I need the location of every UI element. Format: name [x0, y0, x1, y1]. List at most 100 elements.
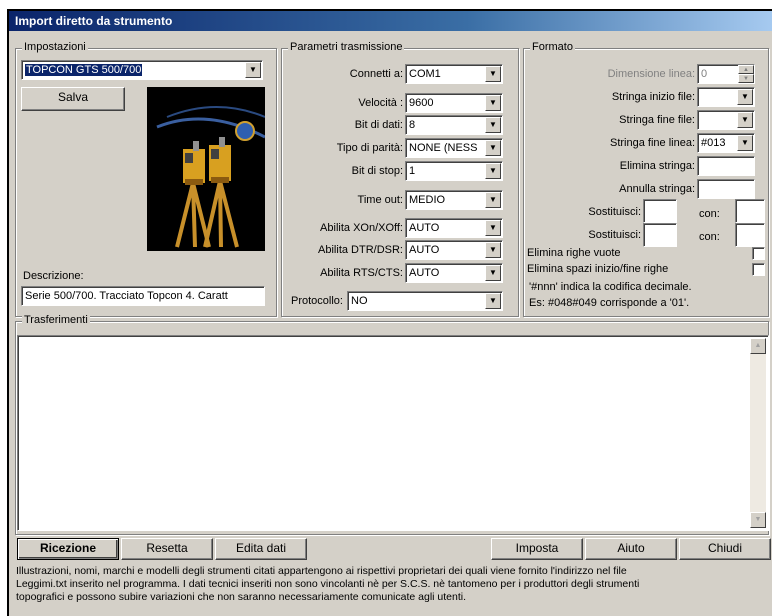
- bit-stop-select[interactable]: 1: [405, 161, 503, 181]
- chevron-down-icon[interactable]: [485, 95, 501, 111]
- bit-stop-value: 1: [409, 165, 416, 177]
- chevron-down-icon[interactable]: [245, 62, 261, 78]
- disclaimer-text: Illustrazioni, nomi, marchi e modelli de…: [16, 565, 766, 604]
- rts-value: AUTO: [409, 267, 440, 279]
- rts-select[interactable]: AUTO: [405, 263, 503, 283]
- scroll-up-icon[interactable]: ▲: [750, 338, 766, 354]
- timeout-label: Time out:: [357, 194, 403, 206]
- trasferimenti-label: Trasferimenti: [22, 314, 90, 326]
- protocollo-value: NO: [351, 295, 368, 307]
- bit-dati-select[interactable]: 8: [405, 115, 503, 135]
- fine-linea-label: Stringa fine linea:: [610, 137, 695, 149]
- con-label-1: con:: [699, 208, 720, 220]
- connetti-label: Connetti a:: [349, 68, 403, 80]
- elimina-stringa-label: Elimina stringa:: [619, 160, 695, 172]
- formato-label: Formato: [530, 41, 575, 53]
- protocollo-select[interactable]: NO: [347, 291, 503, 311]
- con-field-1[interactable]: [735, 199, 765, 223]
- chevron-down-icon[interactable]: [485, 192, 501, 208]
- dtr-label: Abilita DTR/DSR:: [318, 244, 403, 256]
- instrument-value: TOPCON GTS 500/700: [25, 64, 143, 76]
- connetti-select[interactable]: COM1: [405, 64, 503, 84]
- instrument-image: [147, 87, 265, 251]
- chevron-down-icon[interactable]: [485, 265, 501, 281]
- elimina-stringa-field[interactable]: [697, 156, 755, 176]
- elimina-righe-label: Elimina righe vuote: [527, 247, 621, 259]
- resetta-button[interactable]: Resetta: [121, 538, 213, 560]
- chevron-down-icon[interactable]: [485, 163, 501, 179]
- annulla-stringa-label: Annulla stringa:: [619, 183, 695, 195]
- description-field[interactable]: Serie 500/700. Tracciato Topcon 4. Carat…: [21, 286, 265, 306]
- chevron-down-icon[interactable]: [485, 117, 501, 133]
- protocollo-label: Protocollo:: [291, 295, 343, 307]
- chevron-down-icon[interactable]: [485, 220, 501, 236]
- spin-up-icon[interactable]: ▲: [738, 65, 754, 74]
- dtr-value: AUTO: [409, 244, 440, 256]
- fine-linea-value: #013: [701, 137, 726, 149]
- fine-file-select[interactable]: [697, 110, 755, 130]
- chiudi-button[interactable]: Chiudi: [679, 538, 771, 560]
- import-dialog: Import diretto da strumento Impostazioni…: [7, 9, 772, 616]
- note-line-1: '#nnn' indica la codifica decimale.: [529, 281, 692, 293]
- chevron-down-icon[interactable]: [737, 135, 753, 151]
- spin-down-icon[interactable]: ▼: [738, 74, 754, 83]
- chevron-down-icon[interactable]: [485, 66, 501, 82]
- chevron-down-icon[interactable]: [485, 140, 501, 156]
- xon-select[interactable]: AUTO: [405, 218, 503, 238]
- annulla-stringa-field[interactable]: [697, 179, 755, 199]
- dimensione-spinner[interactable]: 0 ▲ ▼: [697, 64, 755, 84]
- velocita-select[interactable]: 9600: [405, 93, 503, 113]
- con-label-2: con:: [699, 231, 720, 243]
- chevron-down-icon[interactable]: [485, 293, 501, 309]
- vertical-scrollbar[interactable]: ▲ ▼: [750, 338, 766, 528]
- velocita-label: Velocità :: [358, 97, 403, 109]
- inizio-file-label: Stringa inizio file:: [611, 91, 695, 103]
- edita-dati-button[interactable]: Edita dati: [215, 538, 307, 560]
- velocita-value: 9600: [409, 97, 434, 109]
- dtr-select[interactable]: AUTO: [405, 240, 503, 260]
- elimina-spazi-label: Elimina spazi inizio/fine righe: [527, 263, 669, 275]
- parita-label: Tipo di parità:: [336, 142, 403, 154]
- imposta-button[interactable]: Imposta: [491, 538, 583, 560]
- window-title: Import diretto da strumento: [9, 11, 772, 31]
- transfer-log[interactable]: ▲ ▼: [17, 335, 769, 531]
- scroll-down-icon[interactable]: ▼: [750, 512, 766, 528]
- dimensione-label: Dimensione linea:: [607, 68, 695, 80]
- trasmissione-label: Parametri trasmissione: [288, 41, 405, 53]
- bit-stop-label: Bit di stop:: [351, 165, 403, 177]
- instrument-select[interactable]: TOPCON GTS 500/700: [21, 60, 263, 80]
- impostazioni-label: Impostazioni: [22, 41, 88, 53]
- sostituisci-label-1: Sostituisci:: [588, 206, 641, 218]
- rts-label: Abilita RTS/CTS:: [320, 267, 403, 279]
- aiuto-button[interactable]: Aiuto: [585, 538, 677, 560]
- timeout-value: MEDIO: [409, 194, 446, 206]
- disclaimer-line-2: Leggimi.txt inserito nel programma. I da…: [16, 578, 640, 590]
- total-station-illustration: [147, 87, 265, 251]
- elimina-righe-checkbox[interactable]: [752, 247, 765, 260]
- chevron-down-icon[interactable]: [737, 112, 753, 128]
- bit-dati-value: 8: [409, 119, 416, 131]
- dimensione-value: 0: [701, 68, 708, 80]
- con-field-2[interactable]: [735, 223, 765, 247]
- fine-file-label: Stringa fine file:: [619, 114, 695, 126]
- save-button[interactable]: Salva: [21, 87, 125, 111]
- parita-value: NONE (NESS: [409, 142, 478, 154]
- description-label: Descrizione:: [23, 270, 84, 282]
- spinner-buttons[interactable]: ▲ ▼: [738, 65, 754, 83]
- bit-dati-label: Bit di dati:: [354, 119, 403, 131]
- chevron-down-icon[interactable]: [737, 89, 753, 105]
- connetti-value: COM1: [409, 68, 441, 80]
- sostituisci-field-2[interactable]: [643, 223, 677, 247]
- note-line-2: Es: #048#049 corrisponde a '01'.: [529, 297, 690, 309]
- inizio-file-select[interactable]: [697, 87, 755, 107]
- disclaimer-line-3: topografici e possono subire variazioni …: [16, 591, 467, 603]
- sostituisci-field-1[interactable]: [643, 199, 677, 223]
- xon-value: AUTO: [409, 222, 440, 234]
- xon-label: Abilita XOn/XOff:: [320, 222, 403, 234]
- elimina-spazi-checkbox[interactable]: [752, 263, 765, 276]
- parita-select[interactable]: NONE (NESS: [405, 138, 503, 158]
- chevron-down-icon[interactable]: [485, 242, 501, 258]
- ricezione-button[interactable]: Ricezione: [17, 538, 119, 560]
- fine-linea-select[interactable]: #013: [697, 133, 755, 153]
- timeout-select[interactable]: MEDIO: [405, 190, 503, 210]
